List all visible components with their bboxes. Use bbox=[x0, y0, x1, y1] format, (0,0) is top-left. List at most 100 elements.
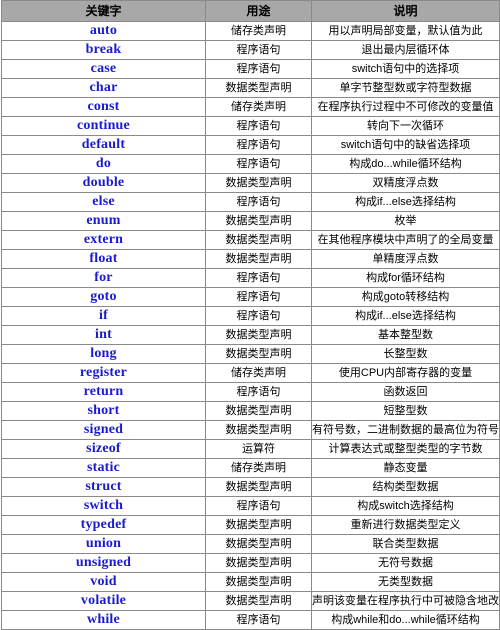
table-row: static 储存类声明 静态变量 bbox=[1, 458, 500, 478]
table-row: signed 数据类型声明 有符号数，二进制数据的最高位为符号位 bbox=[1, 420, 500, 440]
table-row: enum 数据类型声明 枚举 bbox=[1, 211, 500, 231]
table-row: typedef 数据类型声明 重新进行数据类型定义 bbox=[1, 515, 500, 535]
keyword-cell: float bbox=[1, 249, 206, 269]
table-row: else 程序语句 构成if...else选择结构 bbox=[1, 192, 500, 212]
description-cell: 使用CPU内部寄存器的变量 bbox=[311, 363, 500, 383]
usage-cell: 程序语句 bbox=[205, 154, 312, 174]
description-cell: 构成switch选择结构 bbox=[311, 496, 500, 516]
table-row: struct 数据类型声明 结构类型数据 bbox=[1, 477, 500, 497]
usage-cell: 数据类型声明 bbox=[205, 420, 312, 440]
usage-cell: 程序语句 bbox=[205, 116, 312, 136]
description-cell: 单精度浮点数 bbox=[311, 249, 500, 269]
table-row: default 程序语句 switch语句中的缺省选择项 bbox=[1, 135, 500, 155]
table-row: char 数据类型声明 单字节整型数或字符型数据 bbox=[1, 78, 500, 98]
description-cell: 长整型数 bbox=[311, 344, 500, 364]
keyword-cell: short bbox=[1, 401, 206, 421]
column-header-usage: 用途 bbox=[205, 0, 312, 22]
keyword-cell: auto bbox=[1, 21, 206, 41]
table-header: 关键字 用途 说明 bbox=[1, 0, 500, 22]
keyword-cell: while bbox=[1, 610, 206, 630]
keyword-cell: double bbox=[1, 173, 206, 193]
usage-cell: 数据类型声明 bbox=[205, 211, 312, 231]
description-cell: 双精度浮点数 bbox=[311, 173, 500, 193]
header-row: 关键字 用途 说明 bbox=[1, 0, 500, 22]
description-cell: 声明该变量在程序执行中可被隐含地改变 bbox=[311, 591, 500, 611]
table-row: void 数据类型声明 无类型数据 bbox=[1, 572, 500, 592]
keyword-cell: goto bbox=[1, 287, 206, 307]
usage-cell: 数据类型声明 bbox=[205, 249, 312, 269]
table-row: case 程序语句 switch语句中的选择项 bbox=[1, 59, 500, 79]
keyword-cell: long bbox=[1, 344, 206, 364]
keyword-cell: struct bbox=[1, 477, 206, 497]
usage-cell: 数据类型声明 bbox=[205, 515, 312, 535]
description-cell: 构成while和do...while循环结构 bbox=[311, 610, 500, 630]
description-cell: 重新进行数据类型定义 bbox=[311, 515, 500, 535]
description-cell: 构成if...else选择结构 bbox=[311, 306, 500, 326]
description-cell: 无类型数据 bbox=[311, 572, 500, 592]
keyword-cell: return bbox=[1, 382, 206, 402]
table-row: switch 程序语句 构成switch选择结构 bbox=[1, 496, 500, 516]
keyword-table-container: 关键字 用途 说明 auto 储存类声明 用以声明局部变量，默认值为此 break 程序… bbox=[0, 0, 500, 630]
keyword-cell: for bbox=[1, 268, 206, 288]
table-row: short 数据类型声明 短整型数 bbox=[1, 401, 500, 421]
table-row: for 程序语句 构成for循环结构 bbox=[1, 268, 500, 288]
keyword-cell: unsigned bbox=[1, 553, 206, 573]
table-row: register 储存类声明 使用CPU内部寄存器的变量 bbox=[1, 363, 500, 383]
table-row: do 程序语句 构成do...while循环结构 bbox=[1, 154, 500, 174]
usage-cell: 程序语句 bbox=[205, 40, 312, 60]
usage-cell: 数据类型声明 bbox=[205, 344, 312, 364]
keyword-cell: sizeof bbox=[1, 439, 206, 459]
table-row: auto 储存类声明 用以声明局部变量，默认值为此 bbox=[1, 21, 500, 41]
usage-cell: 程序语句 bbox=[205, 287, 312, 307]
table-row: unsigned 数据类型声明 无符号数据 bbox=[1, 553, 500, 573]
keyword-cell: extern bbox=[1, 230, 206, 250]
keyword-cell: char bbox=[1, 78, 206, 98]
usage-cell: 数据类型声明 bbox=[205, 325, 312, 345]
table-body: auto 储存类声明 用以声明局部变量，默认值为此 break 程序语句 退出最内层循环体… bbox=[1, 21, 500, 630]
description-cell: 基本整型数 bbox=[311, 325, 500, 345]
column-header-keyword: 关键字 bbox=[1, 0, 206, 22]
keyword-cell: int bbox=[1, 325, 206, 345]
keyword-cell: signed bbox=[1, 420, 206, 440]
table-row: const 储存类声明 在程序执行过程中不可修改的变量值 bbox=[1, 97, 500, 117]
keyword-cell: union bbox=[1, 534, 206, 554]
keyword-cell: register bbox=[1, 363, 206, 383]
usage-cell: 数据类型声明 bbox=[205, 553, 312, 573]
usage-cell: 储存类声明 bbox=[205, 21, 312, 41]
usage-cell: 数据类型声明 bbox=[205, 173, 312, 193]
usage-cell: 程序语句 bbox=[205, 610, 312, 630]
table-row: extern 数据类型声明 在其他程序模块中声明了的全局变量 bbox=[1, 230, 500, 250]
description-cell: 在其他程序模块中声明了的全局变量 bbox=[311, 230, 500, 250]
keyword-cell: do bbox=[1, 154, 206, 174]
description-cell: 构成for循环结构 bbox=[311, 268, 500, 288]
keyword-cell: continue bbox=[1, 116, 206, 136]
description-cell: switch语句中的缺省选择项 bbox=[311, 135, 500, 155]
description-cell: 无符号数据 bbox=[311, 553, 500, 573]
c-keyword-table: 关键字 用途 说明 auto 储存类声明 用以声明局部变量，默认值为此 break 程序… bbox=[1, 0, 500, 630]
description-cell: 有符号数，二进制数据的最高位为符号位 bbox=[311, 420, 500, 440]
keyword-cell: break bbox=[1, 40, 206, 60]
keyword-cell: enum bbox=[1, 211, 206, 231]
usage-cell: 运算符 bbox=[205, 439, 312, 459]
keyword-cell: if bbox=[1, 306, 206, 326]
description-cell: 构成do...while循环结构 bbox=[311, 154, 500, 174]
description-cell: 静态变量 bbox=[311, 458, 500, 478]
keyword-cell: else bbox=[1, 192, 206, 212]
keyword-cell: case bbox=[1, 59, 206, 79]
description-cell: 结构类型数据 bbox=[311, 477, 500, 497]
usage-cell: 程序语句 bbox=[205, 192, 312, 212]
description-cell: 构成if...else选择结构 bbox=[311, 192, 500, 212]
table-row: float 数据类型声明 单精度浮点数 bbox=[1, 249, 500, 269]
usage-cell: 数据类型声明 bbox=[205, 534, 312, 554]
table-row: sizeof 运算符 计算表达式或整型类型的字节数 bbox=[1, 439, 500, 459]
usage-cell: 数据类型声明 bbox=[205, 591, 312, 611]
usage-cell: 数据类型声明 bbox=[205, 572, 312, 592]
keyword-cell: default bbox=[1, 135, 206, 155]
keyword-cell: void bbox=[1, 572, 206, 592]
usage-cell: 程序语句 bbox=[205, 135, 312, 155]
usage-cell: 储存类声明 bbox=[205, 458, 312, 478]
description-cell: switch语句中的选择项 bbox=[311, 59, 500, 79]
usage-cell: 程序语句 bbox=[205, 268, 312, 288]
keyword-cell: switch bbox=[1, 496, 206, 516]
usage-cell: 数据类型声明 bbox=[205, 78, 312, 98]
